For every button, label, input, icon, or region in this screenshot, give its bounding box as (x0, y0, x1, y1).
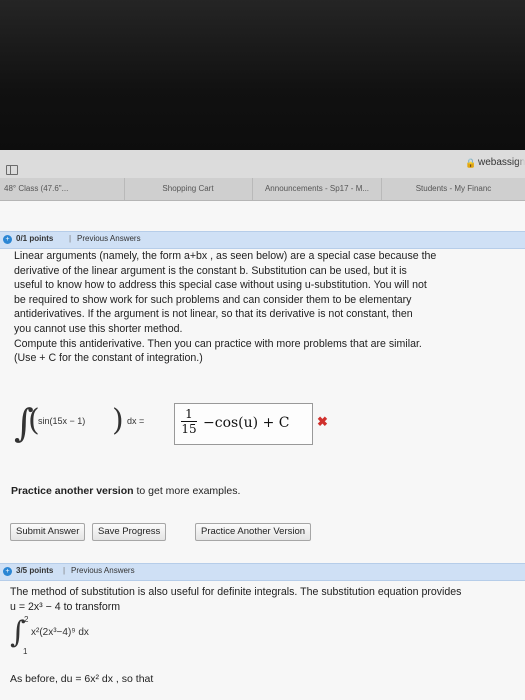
question2-header: + 3/5 points | Previous Answers (0, 563, 525, 581)
tab-shopping-cart[interactable]: Shopping Cart (124, 178, 253, 200)
antiderivative-equation: ∫ ( sin(15x − 1) ) dx = 1 15 −cos(u) + C… (14, 401, 414, 449)
practice-message: Practice another version to get more exa… (11, 485, 240, 497)
lock-icon: 🔒 (465, 158, 477, 168)
question-line: useful to know how to address this speci… (14, 279, 427, 292)
expand-icon[interactable]: + (3, 235, 12, 244)
answer-input[interactable]: 1 15 −cos(u) + C (174, 403, 313, 445)
tab-label: 48° Class (47.6"... (4, 184, 69, 193)
tab-class[interactable]: 48° Class (47.6"... (0, 178, 125, 200)
answer-fraction: 1 15 (181, 407, 197, 436)
submit-answer-button[interactable]: Submit Answer (10, 523, 86, 541)
definite-integral: ∫ 2 1 x²(2x³−4)⁹ dx (10, 615, 310, 656)
question1-header: + 0/1 points | Previous Answers (0, 231, 525, 249)
question-line: u = 2x³ − 4 to transform (10, 600, 121, 613)
practice-another-version-button[interactable]: Practice Another Version (195, 523, 312, 541)
browser-toolbar: 🔒 webassign (0, 150, 525, 179)
sidebar-icon[interactable] (6, 165, 18, 175)
tab-label: Announcements - Sp17 - M... (264, 184, 370, 193)
incorrect-x-icon: ✖ (317, 414, 328, 429)
tab-bar: 48° Class (47.6"... Shopping Cart Announ… (0, 178, 525, 201)
question-line: The method of substitution is also usefu… (10, 586, 462, 598)
previous-answers-link[interactable]: Previous Answers (77, 234, 141, 243)
fraction-numerator: 1 (181, 407, 197, 422)
question2-text: The method of substitution is also usefu… (10, 585, 525, 614)
question-line: be required to show work for such proble… (14, 293, 412, 306)
question-line: you cannot use this shorter method. (14, 322, 183, 335)
tab-label: Students - My Financ (415, 184, 492, 193)
tab-label: Shopping Cart (162, 184, 214, 193)
dx-equals: dx = (127, 416, 145, 426)
tab-announcements[interactable]: Announcements - Sp17 - M... (253, 178, 382, 200)
practice-bold-text: Practice another version (11, 485, 134, 497)
question-line: antiderivatives. If the argument is not … (14, 308, 413, 321)
browser-screen: 🔒 webassign 48° Class (47.6"... Shopping… (0, 150, 525, 700)
question2-continuation: As before, du = 6x² dx , so that (10, 673, 154, 685)
previous-answers-link[interactable]: Previous Answers (71, 566, 135, 575)
answer-expression: −cos(u) + C (203, 415, 290, 431)
integral-expression: x²(2x³−4)⁹ dx (31, 627, 89, 638)
practice-rest-text: to get more examples. (133, 485, 241, 497)
question-line: derivative of the linear argument is the… (14, 264, 407, 277)
tab-students-financ[interactable]: Students - My Financ (382, 178, 525, 200)
question-line: (Use + C for the constant of integration… (14, 352, 203, 365)
monitor-bezel (0, 0, 525, 150)
question1-points: 0/1 points (16, 234, 54, 243)
question-line: Linear arguments (namely, the form a+bx … (14, 250, 437, 262)
integrand: sin(15x − 1) (38, 416, 86, 426)
close-paren: ) (112, 403, 124, 438)
question1-text: Linear arguments (namely, the form a+bx … (14, 249, 519, 366)
fraction-denominator: 15 (181, 422, 197, 436)
separator: | (63, 566, 66, 575)
separator: | (69, 234, 72, 243)
question2-points: 3/5 points (16, 566, 54, 575)
question-line: Compute this antiderivative. Then you ca… (14, 337, 422, 350)
url-fade (517, 150, 525, 178)
lower-limit: 1 (23, 647, 28, 656)
expand-icon[interactable]: + (3, 567, 12, 576)
upper-limit: 2 (24, 615, 29, 624)
save-progress-button[interactable]: Save Progress (92, 523, 167, 541)
